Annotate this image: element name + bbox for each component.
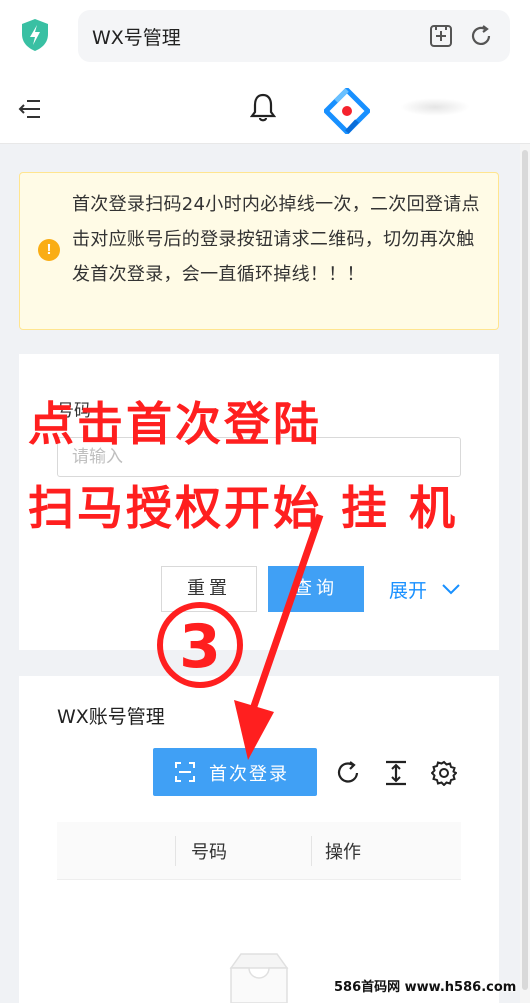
- column-header-phone[interactable]: 号码: [191, 838, 227, 864]
- bell-icon[interactable]: [250, 92, 276, 122]
- address-text: WX号管理: [92, 27, 181, 49]
- logo-icon: [324, 88, 370, 134]
- chevron-down-icon[interactable]: [441, 580, 461, 598]
- account-table-card: WX账号管理 首次登录 号码 操作: [19, 676, 499, 1003]
- shield-icon[interactable]: [20, 18, 50, 52]
- expand-link[interactable]: 展开: [389, 576, 427, 603]
- column-height-icon[interactable]: [383, 760, 409, 786]
- empty-box-icon: [229, 953, 289, 1003]
- browser-toolbar: WX号管理: [0, 0, 530, 76]
- first-login-label: 首次登录: [209, 764, 289, 785]
- add-tab-icon[interactable]: [428, 23, 454, 49]
- column-divider: [175, 836, 176, 866]
- table-header: 号码 操作: [57, 822, 461, 880]
- column-divider: [311, 836, 312, 866]
- scrollbar-thumb[interactable]: [522, 150, 528, 990]
- column-header-actions: 操作: [325, 842, 361, 863]
- reload-icon[interactable]: [335, 760, 361, 786]
- scan-icon: [175, 762, 195, 782]
- menu-fold-icon[interactable]: [18, 98, 42, 120]
- reset-button[interactable]: 重置: [161, 566, 257, 612]
- user-info[interactable]: [400, 98, 470, 116]
- address-bar[interactable]: WX号管理: [78, 10, 510, 62]
- setting-icon[interactable]: [431, 760, 457, 786]
- overlay-instruction-line1: 点击首次登陆: [28, 397, 322, 451]
- card-title: WX账号管理: [57, 706, 165, 728]
- exclamation-icon: !: [38, 239, 60, 261]
- query-button[interactable]: 查询: [268, 566, 364, 612]
- first-login-button[interactable]: 首次登录: [153, 748, 317, 796]
- alert-message: 首次登录扫码24小时内必掉线一次，二次回登请点击对应账号后的登录按钮请求二维码，…: [72, 194, 480, 285]
- overlay-instruction-line2: 扫马授权开始 挂 机: [28, 481, 459, 535]
- app-header: [0, 76, 530, 144]
- reload-icon[interactable]: [468, 23, 494, 49]
- watermark: 586首码网 www.h586.com: [334, 980, 517, 995]
- warning-alert: ! 首次登录扫码24小时内必掉线一次，二次回登请点击对应账号后的登录按钮请求二维…: [19, 172, 499, 330]
